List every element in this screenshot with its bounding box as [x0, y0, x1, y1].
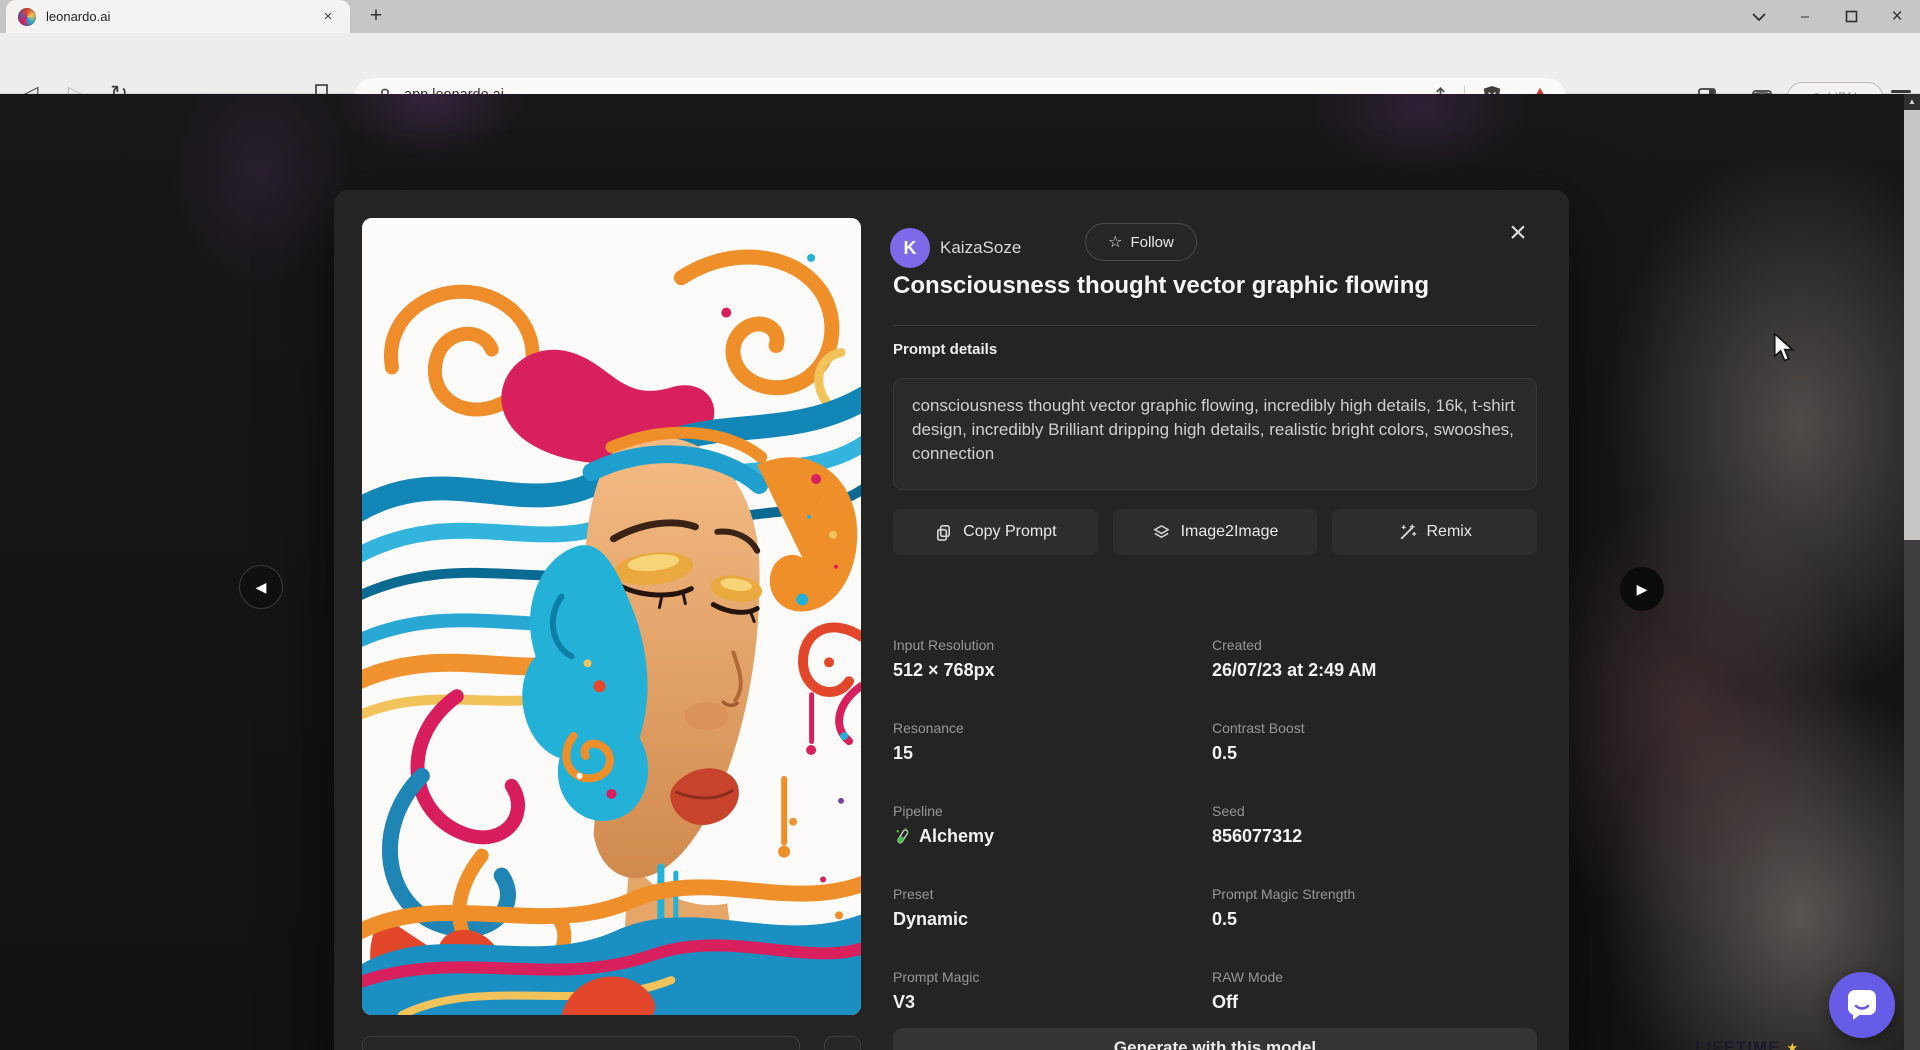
author-name[interactable]: KaizaSoze	[940, 238, 1021, 258]
page-scrollbar[interactable]: ▲	[1904, 94, 1920, 1050]
left-arrow-icon: ◀	[256, 579, 267, 596]
detail-input-resolution: Input Resolution 512 × 768px	[893, 633, 1212, 716]
background-promo-text: LIFETIME ★	[1695, 1038, 1799, 1050]
image-detail-modal: K KaizaSoze ☆ Follow × Consciousness tho…	[334, 190, 1569, 1050]
support-chat-button[interactable]	[1829, 972, 1895, 1038]
image2image-button[interactable]: Image2Image	[1113, 509, 1318, 555]
right-arrow-icon: ▶	[1637, 581, 1648, 598]
screen: leonardo.ai × + – × ◁ ▷ ↻ app.leonardo.a…	[0, 0, 1920, 1050]
tab-strip: leonardo.ai × + – ×	[0, 0, 1920, 33]
window-controls: – ×	[1736, 0, 1920, 33]
remix-button[interactable]: Remix	[1332, 509, 1537, 555]
leonardo-favicon-icon	[18, 8, 36, 26]
window-maximize-button[interactable]	[1828, 0, 1874, 33]
previous-image-button[interactable]: ◀	[239, 565, 283, 609]
star-icon: ☆	[1108, 232, 1122, 252]
action-buttons: Copy Prompt Image2Image Remix	[893, 509, 1537, 555]
detail-created: Created 26/07/23 at 2:49 AM	[1212, 633, 1537, 716]
divider	[893, 325, 1537, 326]
new-tab-button[interactable]: +	[362, 3, 390, 31]
detail-contrast-boost: Contrast Boost 0.5	[1212, 716, 1537, 799]
copy-prompt-button[interactable]: Copy Prompt	[893, 509, 1098, 555]
next-image-button[interactable]: ▶	[1620, 567, 1664, 611]
artwork-image[interactable]	[362, 218, 861, 1015]
detail-prompt-magic-strength: Prompt Magic Strength 0.5	[1212, 882, 1537, 965]
prompt-details-heading: Prompt details	[893, 341, 997, 358]
scroll-up-arrow[interactable]: ▲	[1904, 94, 1920, 110]
pipeline-value: Alchemy	[919, 826, 994, 847]
tab-search-chevron-icon[interactable]	[1736, 0, 1782, 33]
image2image-label: Image2Image	[1181, 523, 1279, 541]
follow-label: Follow	[1130, 234, 1173, 251]
magic-wand-icon	[1398, 523, 1417, 542]
artwork-toolbar-button[interactable]	[824, 1036, 861, 1050]
mouse-cursor	[1773, 333, 1795, 369]
follow-button[interactable]: ☆ Follow	[1085, 223, 1197, 261]
detail-resonance: Resonance 15	[893, 716, 1212, 799]
close-icon[interactable]: ×	[1502, 218, 1534, 250]
prompt-text[interactable]: consciousness thought vector graphic flo…	[893, 378, 1537, 490]
browser-tab[interactable]: leonardo.ai ×	[6, 0, 350, 33]
chat-bubble-icon	[1845, 988, 1879, 1022]
page-content: K KaizaSoze ☆ Follow × Consciousness tho…	[0, 94, 1920, 1050]
window-minimize-button[interactable]: –	[1782, 0, 1828, 33]
scrollbar-thumb[interactable]	[1904, 110, 1920, 540]
window-close-button[interactable]: ×	[1874, 0, 1920, 33]
detail-preset: Preset Dynamic	[893, 882, 1212, 965]
copy-prompt-label: Copy Prompt	[963, 523, 1056, 541]
generate-with-model-button[interactable]: Generate with this model	[893, 1028, 1537, 1050]
remix-label: Remix	[1427, 523, 1472, 541]
detail-grid: Input Resolution 512 × 768px Created 26/…	[893, 633, 1537, 1048]
detail-pipeline: Pipeline Alchemy	[893, 799, 1212, 882]
tab-close-icon[interactable]: ×	[318, 7, 338, 27]
alchemy-flask-icon	[893, 827, 912, 846]
layers-icon	[1152, 523, 1171, 542]
image-title: Consciousness thought vector graphic flo…	[893, 272, 1541, 300]
detail-seed: Seed 856077312	[1212, 799, 1537, 882]
sparkle-icon: ★	[1786, 1040, 1799, 1050]
artwork-toolbar-strip[interactable]	[362, 1036, 800, 1050]
browser-toolbar: ◁ ▷ ↻ app.leonardo.ai	[0, 33, 1920, 94]
copy-icon	[934, 523, 953, 542]
avatar[interactable]: K	[890, 228, 930, 268]
artwork-svg	[362, 218, 861, 1015]
tab-title: leonardo.ai	[46, 9, 318, 24]
